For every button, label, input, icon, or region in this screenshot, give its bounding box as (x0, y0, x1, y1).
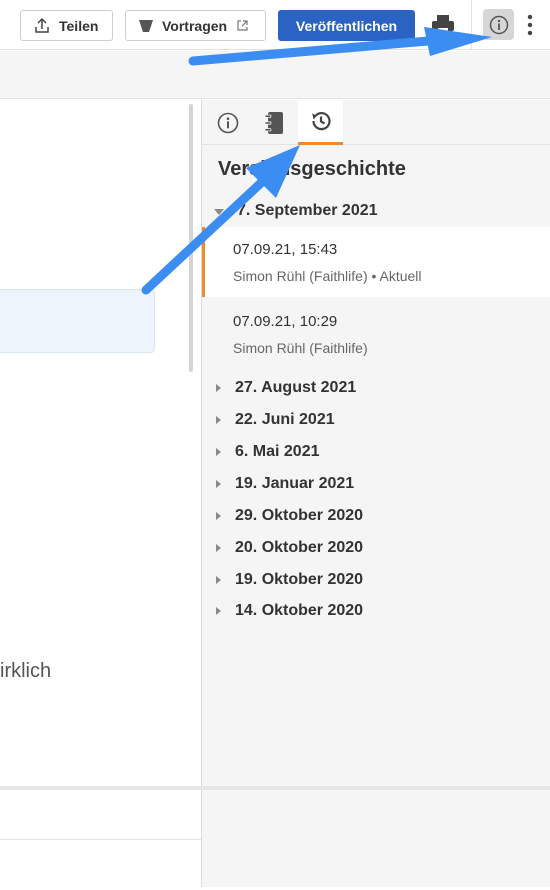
version-group-label: 27. August 2021 (235, 379, 357, 396)
version-group-label: 19. Januar 2021 (235, 475, 355, 492)
history-icon (311, 112, 331, 131)
version-group-label: 19. Oktober 2020 (235, 571, 364, 588)
publish-button-label: Veröffentlichen (295, 17, 398, 34)
version-group-header[interactable]: 27. August 2021 (214, 377, 356, 399)
version-group-label: 6. Mai 2021 (235, 443, 320, 460)
version-group-label: 29. Oktober 2020 (235, 507, 364, 524)
version-author: Simon Rühl (Faithlife) (233, 340, 368, 356)
external-link-icon (237, 20, 248, 31)
panel-title: Versionsgeschichte (218, 158, 406, 180)
top-toolbar: Teilen Vortragen Veröffentlichen (0, 0, 550, 50)
share-button[interactable]: Teilen (20, 10, 113, 41)
chevron-right-icon (216, 448, 221, 456)
version-group-header[interactable]: 20. Oktober 2020 (214, 537, 363, 559)
active-indicator (202, 227, 205, 297)
share-icon (35, 17, 49, 33)
window-bottom-edge (0, 786, 550, 790)
chevron-right-icon (216, 544, 221, 552)
info-icon (217, 112, 238, 133)
present-button[interactable]: Vortragen (125, 10, 266, 41)
version-group-header[interactable]: 7. September 2021 (214, 200, 378, 222)
chevron-right-icon (216, 384, 221, 392)
tab-history[interactable] (298, 100, 343, 145)
version-group-header[interactable]: 22. Juni 2021 (214, 409, 335, 431)
tab-notebook[interactable] (251, 100, 296, 145)
info-button[interactable] (483, 9, 514, 40)
document-editor[interactable]: irklich (0, 100, 201, 890)
chevron-right-icon (216, 512, 221, 520)
panel-tabs (202, 100, 550, 145)
toolbar-divider (471, 0, 472, 50)
editor-scrollbar[interactable] (189, 104, 193, 372)
share-button-label: Teilen (59, 17, 99, 34)
chevron-right-icon (216, 480, 221, 488)
version-item[interactable]: 07.09.21, 10:29 Simon Rühl (Faithlife) (202, 299, 550, 369)
secondary-toolbar (0, 51, 550, 99)
chevron-down-icon (214, 209, 224, 215)
version-group-header[interactable]: 14. Oktober 2020 (214, 600, 363, 622)
version-group-header[interactable]: 19. Januar 2021 (214, 473, 354, 495)
version-group-label: 22. Juni 2021 (235, 411, 335, 428)
chevron-right-icon (216, 576, 221, 584)
version-group-header[interactable]: 6. Mai 2021 (214, 441, 320, 463)
version-group-label: 7. September 2021 (237, 202, 378, 219)
version-time: 07.09.21, 15:43 (233, 241, 338, 258)
sidebar-panel: Versionsgeschichte 7. September 2021 07.… (201, 100, 550, 887)
publish-button[interactable]: Veröffentlichen (278, 10, 415, 41)
print-icon[interactable] (431, 14, 455, 36)
version-group-label: 20. Oktober 2020 (235, 539, 364, 556)
more-vertical-icon[interactable] (526, 13, 534, 37)
notebook-icon (264, 111, 283, 134)
version-group-header[interactable]: 19. Oktober 2020 (214, 569, 363, 591)
info-icon (489, 15, 508, 34)
editor-content-block[interactable] (0, 289, 155, 353)
present-icon (139, 19, 153, 32)
editor-text: irklich (0, 660, 52, 682)
version-author: Simon Rühl (Faithlife) • Aktuell (233, 268, 422, 284)
editor-divider (0, 839, 201, 840)
tab-info[interactable] (205, 100, 250, 145)
version-time: 07.09.21, 10:29 (233, 313, 338, 330)
version-group-label: 14. Oktober 2020 (235, 602, 364, 619)
chevron-right-icon (216, 607, 221, 615)
version-group-header[interactable]: 29. Oktober 2020 (214, 505, 363, 527)
present-button-label: Vortragen (162, 17, 228, 34)
chevron-right-icon (216, 416, 221, 424)
version-item-current[interactable]: 07.09.21, 15:43 Simon Rühl (Faithlife) •… (202, 227, 550, 297)
